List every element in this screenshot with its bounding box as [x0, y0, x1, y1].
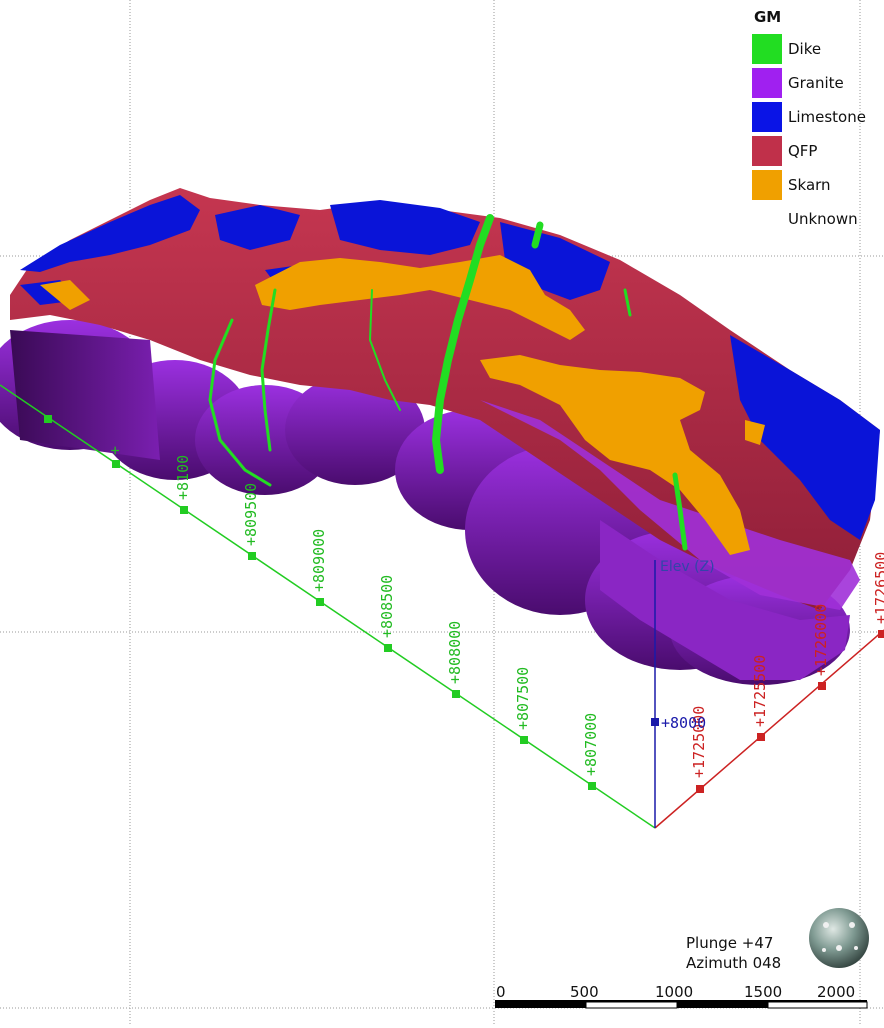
legend-swatch	[752, 170, 782, 200]
legend-item-unknown[interactable]: Unknown	[752, 202, 882, 236]
legend-swatch	[752, 68, 782, 98]
y-tick-label: +1726000	[812, 604, 830, 676]
elev-axis-label: Elev (Z)	[660, 559, 715, 575]
legend-swatch	[752, 204, 782, 234]
x-tick-label: +809000	[310, 529, 328, 592]
x-tick-label: +807000	[582, 713, 600, 776]
y-tick-label: +1725500	[751, 655, 769, 727]
scale-label: 0	[496, 983, 506, 1001]
legend-swatch	[752, 34, 782, 64]
legend-swatch	[752, 102, 782, 132]
x-tick-label: +8100	[174, 455, 192, 500]
z-tick-label: +8000	[661, 714, 706, 732]
scale-label: 2000	[817, 983, 856, 1001]
azimuth-text: Azimuth 048	[686, 954, 782, 972]
scale-label: 1000	[655, 983, 694, 1001]
legend-label: Dike	[788, 40, 822, 58]
x-tick-label: +808000	[446, 621, 464, 684]
legend-item-qfp[interactable]: QFP	[752, 134, 882, 168]
legend-title: GM	[754, 8, 782, 26]
y-tick-label: +1726500	[872, 552, 884, 624]
legend-label: Limestone	[788, 108, 866, 126]
legend-label: QFP	[788, 142, 818, 160]
z-axis-tick	[651, 718, 659, 726]
legend-item-granite[interactable]: Granite	[752, 66, 882, 100]
legend-label: Granite	[788, 74, 844, 92]
legend-swatch	[752, 136, 782, 166]
legend-label: Unknown	[788, 210, 858, 228]
scale-label: 500	[570, 983, 599, 1001]
orientation-readout: Plunge +47 Azimuth 048	[686, 933, 781, 973]
geological-model[interactable]	[0, 188, 880, 685]
orientation-sphere[interactable]	[809, 908, 869, 968]
legend-item-dike[interactable]: Dike	[752, 32, 882, 66]
plunge-text: Plunge +47	[686, 934, 774, 952]
legend-panel: GM Dike Granite Limestone QFP Skarn Unkn…	[752, 8, 882, 236]
legend-item-skarn[interactable]: Skarn	[752, 168, 882, 202]
x-tick-label: +809500	[242, 483, 260, 546]
legend-item-limestone[interactable]: Limestone	[752, 100, 882, 134]
x-tick-label: +808500	[378, 575, 396, 638]
x-tick-label-partial: +	[106, 446, 124, 455]
x-tick-label: +807500	[514, 667, 532, 730]
legend-label: Skarn	[788, 176, 831, 194]
scale-label: 1500	[744, 983, 783, 1001]
scale-bar	[495, 1000, 868, 1009]
